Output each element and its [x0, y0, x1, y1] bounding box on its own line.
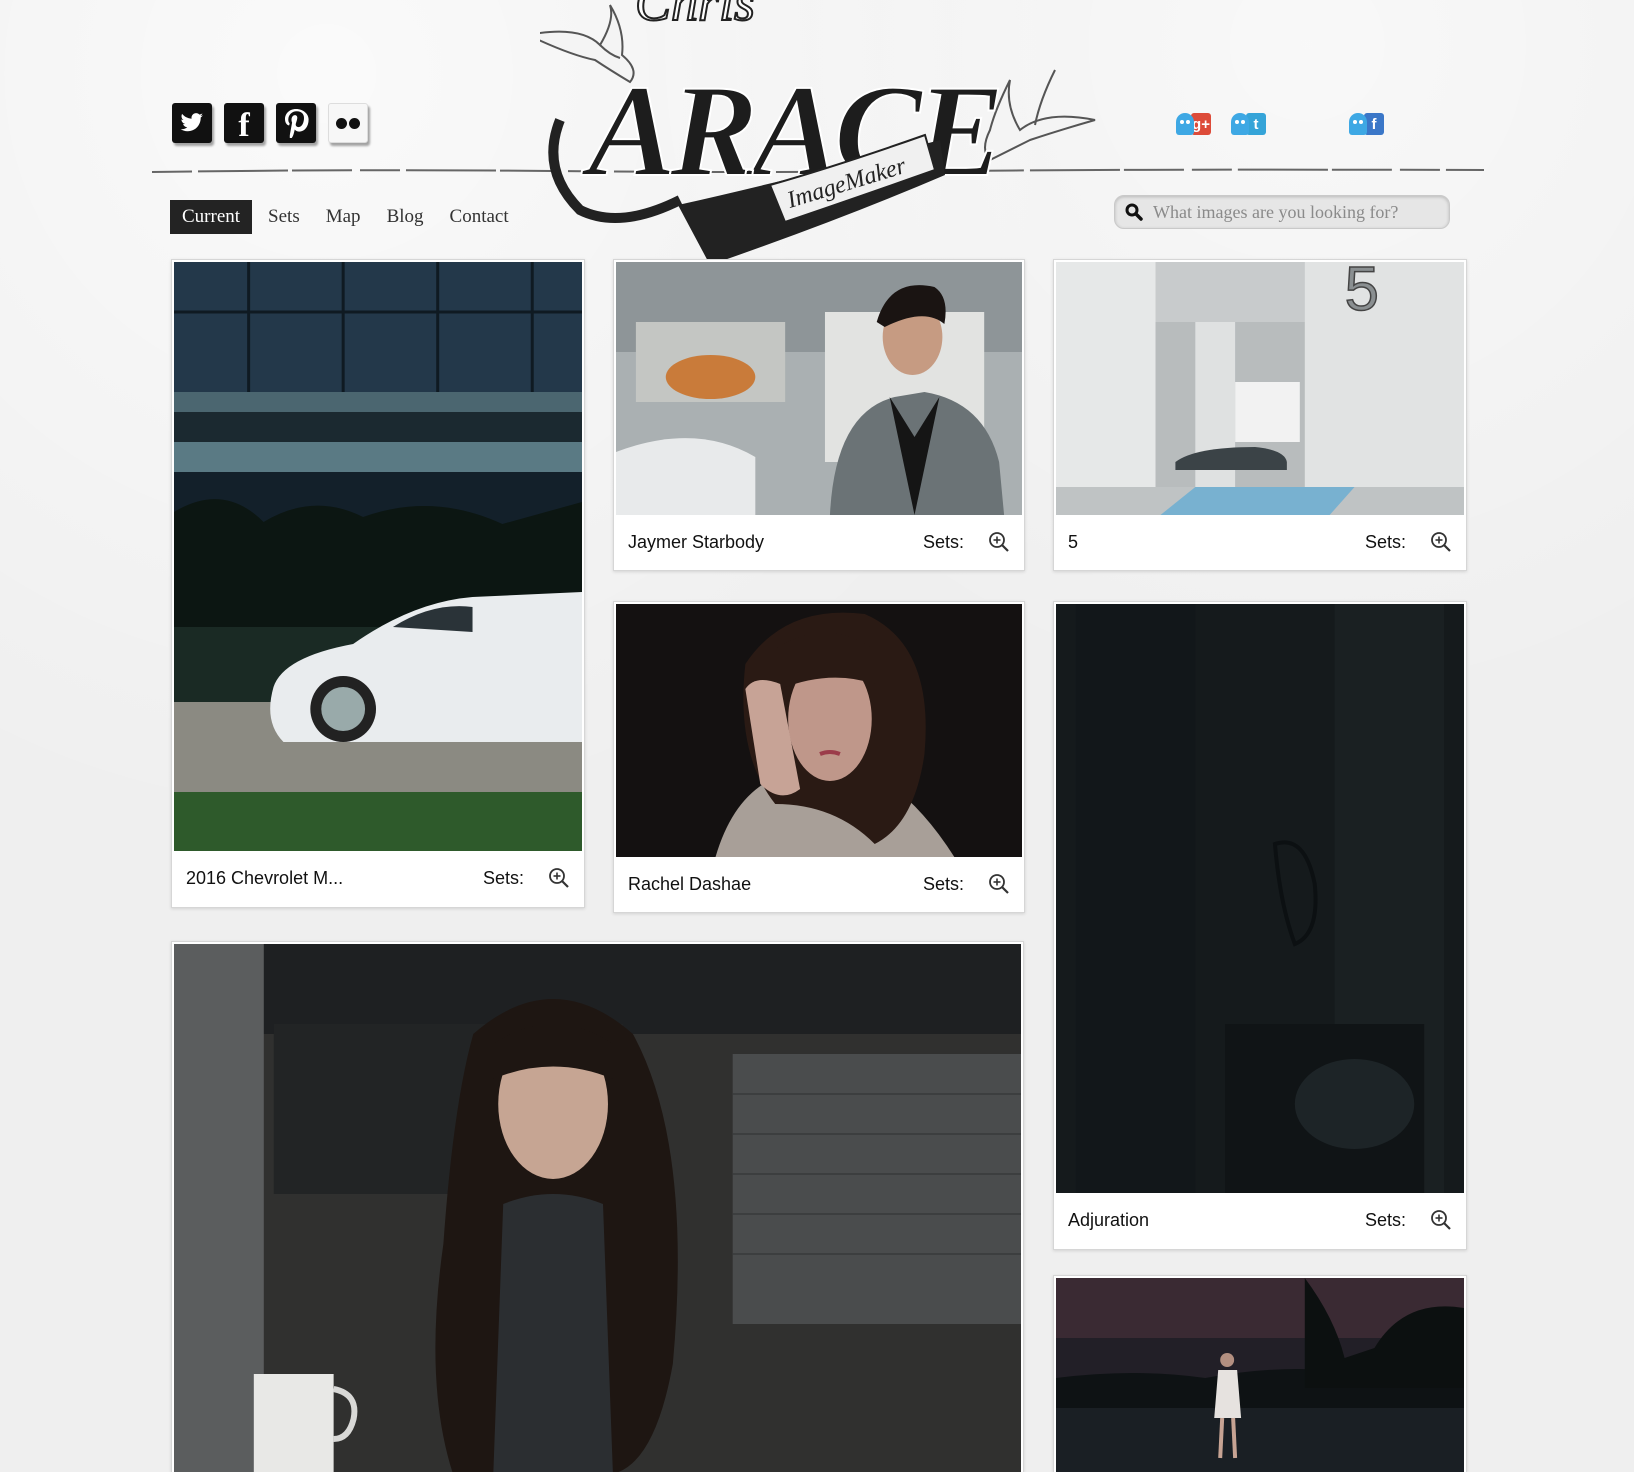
- photo-chevrolet[interactable]: [174, 262, 582, 851]
- search-input[interactable]: [1151, 200, 1445, 224]
- nav-sets[interactable]: Sets: [255, 200, 313, 234]
- card-title[interactable]: Rachel Dashae: [628, 874, 923, 895]
- garage-image: 5: [1056, 262, 1464, 515]
- card-caption: Jaymer Starbody Sets:: [616, 515, 1022, 569]
- pinterest-icon[interactable]: [276, 103, 316, 143]
- photo-adjuration[interactable]: [1056, 604, 1464, 1193]
- social-links: f: [172, 103, 368, 144]
- google-plus-icon: g+: [1191, 113, 1211, 135]
- pinterest-p-icon: [285, 109, 309, 138]
- twitter-bird-icon: [180, 113, 203, 132]
- gallery-card-dusk-figure[interactable]: [1053, 1275, 1467, 1472]
- photo-jaymer[interactable]: [616, 262, 1022, 515]
- share-facebook-button[interactable]: f: [1349, 113, 1384, 135]
- card-title[interactable]: Adjuration: [1068, 1210, 1365, 1231]
- gallery-card-rachel[interactable]: Rachel Dashae Sets:: [613, 601, 1025, 913]
- main-nav: Current Sets Map Blog Contact: [170, 200, 522, 234]
- right-swallow-icon: [984, 69, 1096, 162]
- portrait-dark-image: [616, 604, 1022, 857]
- site-logo[interactable]: Chris ARACE ImageMaker: [540, 0, 1145, 285]
- portrait-suit-image: [616, 262, 1022, 515]
- flickr-icon[interactable]: [328, 103, 368, 143]
- sets-label: Sets:: [482, 867, 524, 888]
- flickr-dots: [336, 117, 360, 129]
- ghost-share-icon: [1349, 113, 1367, 135]
- nav-blog[interactable]: Blog: [374, 200, 437, 234]
- card-caption: Rachel Dashae Sets:: [616, 857, 1022, 911]
- gallery-card-chevrolet[interactable]: 2016 Chevrolet M... Sets:: [171, 259, 585, 908]
- photo-dusk-figure[interactable]: [1056, 1278, 1464, 1472]
- nav-map[interactable]: Map: [313, 200, 374, 234]
- garage-number-5: 5: [1345, 262, 1379, 324]
- sets-label: Sets:: [922, 873, 964, 894]
- card-caption: 2016 Chevrolet M... Sets:: [174, 851, 582, 905]
- sets-label: Sets:: [1364, 1209, 1406, 1230]
- dusk-figure-image: [1056, 1278, 1464, 1472]
- nav-contact[interactable]: Contact: [437, 200, 522, 234]
- sets-label: Sets:: [922, 531, 964, 552]
- ghost-share-icon: [1176, 113, 1194, 135]
- kitchen-portrait-image: [174, 944, 1021, 1472]
- photo-5[interactable]: 5: [1056, 262, 1464, 515]
- card-title[interactable]: 5: [1068, 532, 1365, 553]
- gallery-card-5[interactable]: 5 5 Sets:: [1053, 259, 1467, 571]
- card-title[interactable]: 2016 Chevrolet M...: [186, 868, 483, 889]
- search-icon[interactable]: [1125, 203, 1143, 221]
- zoom-in-icon[interactable]: [1430, 531, 1452, 553]
- zoom-in-icon[interactable]: [548, 867, 570, 889]
- photo-rachel[interactable]: [616, 604, 1022, 857]
- logo-chris-text: Chris: [635, 0, 755, 32]
- twitter-icon[interactable]: [172, 103, 212, 143]
- zoom-in-icon[interactable]: [988, 873, 1010, 895]
- card-title[interactable]: Jaymer Starbody: [628, 532, 923, 553]
- dark-room-image: [1056, 604, 1464, 1193]
- sets-label: Sets:: [1364, 531, 1406, 552]
- photo-kitchen-portrait[interactable]: [174, 944, 1021, 1472]
- gallery-card-kitchen-portrait[interactable]: [171, 941, 1024, 1472]
- gallery-card-adjuration[interactable]: Adjuration Sets:: [1053, 601, 1467, 1250]
- card-caption: Adjuration Sets:: [1056, 1193, 1464, 1247]
- facebook-icon[interactable]: f: [224, 103, 264, 144]
- gallery-card-jaymer[interactable]: Jaymer Starbody Sets:: [613, 259, 1025, 571]
- nav-current[interactable]: Current: [170, 200, 253, 234]
- car-photo-image: [174, 262, 582, 851]
- search-box: [1114, 195, 1450, 229]
- facebook-glyph: f: [238, 107, 250, 144]
- zoom-in-icon[interactable]: [988, 531, 1010, 553]
- tumblr-icon: t: [1246, 113, 1266, 135]
- share-google-plus-button[interactable]: g+: [1176, 113, 1211, 135]
- share-tumblr-button[interactable]: t: [1231, 113, 1266, 135]
- zoom-in-icon[interactable]: [1430, 1209, 1452, 1231]
- ghost-share-icon: [1231, 113, 1249, 135]
- card-caption: 5 Sets:: [1056, 515, 1464, 569]
- facebook-share-icon: f: [1364, 113, 1384, 135]
